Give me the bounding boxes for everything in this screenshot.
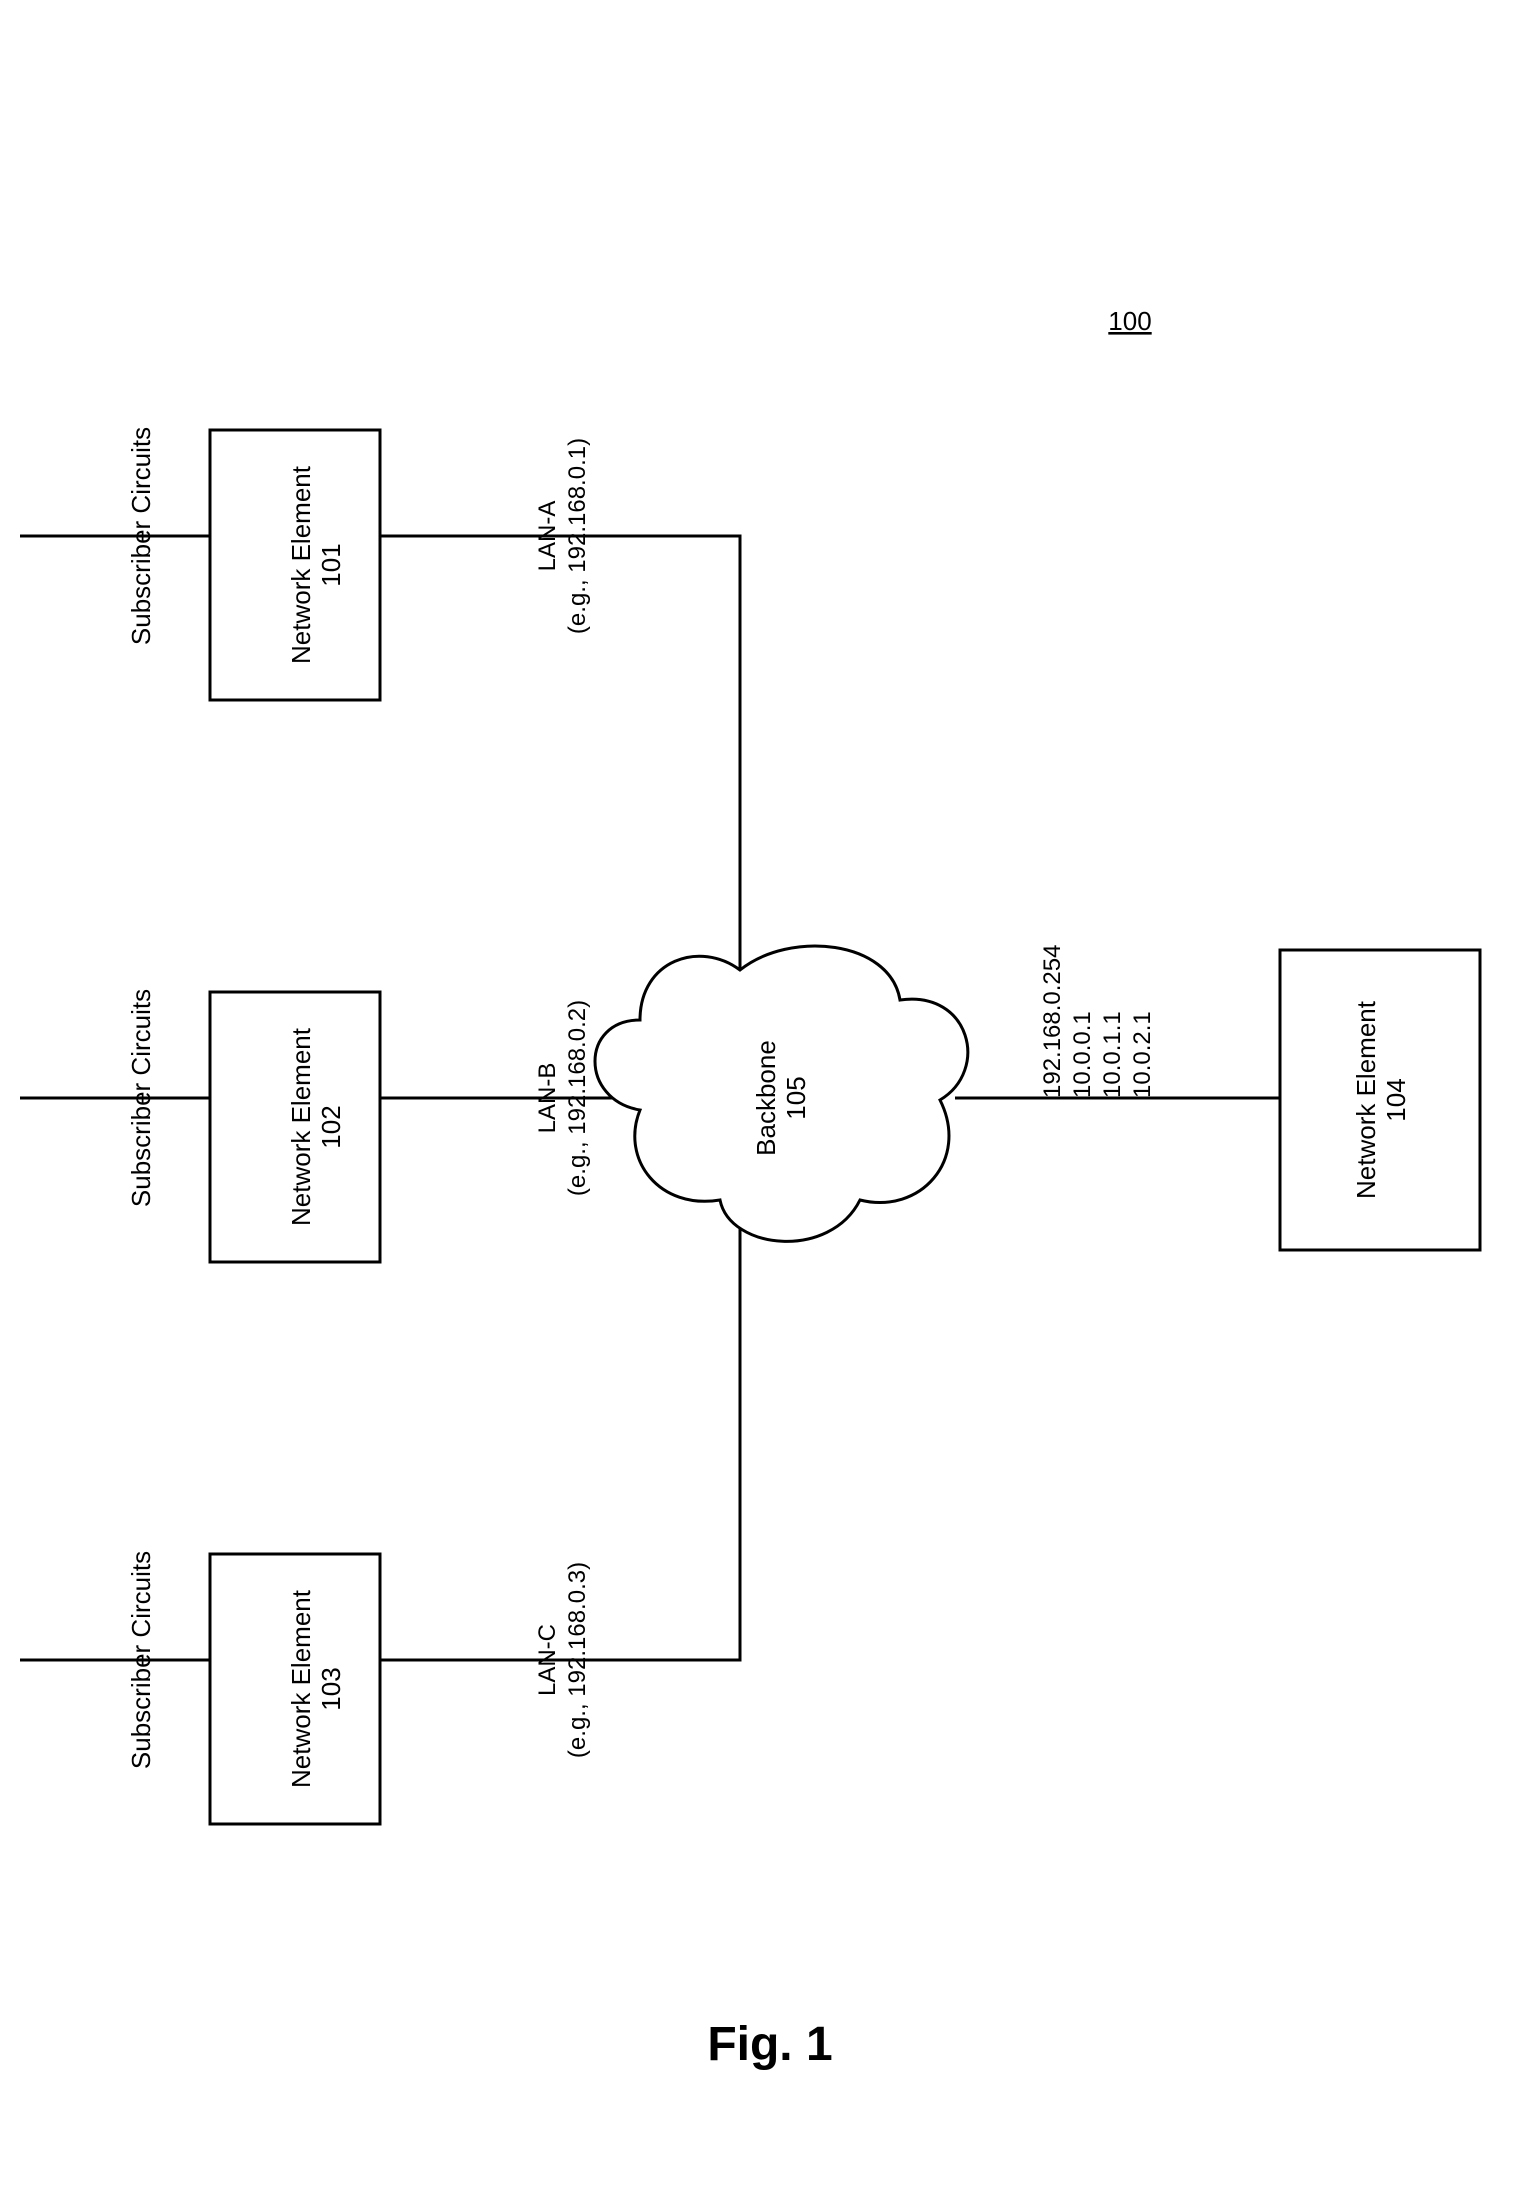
backbone-title: Backbone (751, 1040, 781, 1156)
figure-number: 100 (1108, 306, 1151, 336)
lan-a-ip: (e.g., 192.168.0.1) (564, 438, 591, 634)
ne102-title: Network Element (286, 1027, 316, 1226)
ne103-title: Network Element (286, 1589, 316, 1788)
lan-b-name: LAN-B (534, 1063, 561, 1134)
ne104-title: Network Element (1351, 1000, 1381, 1199)
link-ne101-backbone (380, 536, 740, 970)
figure-caption: Fig. 1 (707, 2018, 832, 2071)
lan-c-ip: (e.g., 192.168.0.3) (564, 1562, 591, 1758)
lan-a-name: LAN-A (534, 501, 561, 572)
subscriber-label-c: Subscriber Circuits (126, 1551, 156, 1769)
link-ne103-backbone (380, 1225, 740, 1660)
backbone-id: 105 (781, 1076, 811, 1119)
ne101-title: Network Element (286, 465, 316, 664)
ne102-id: 102 (316, 1105, 346, 1148)
iface-ip2: 10.0.0.1 (1069, 1011, 1096, 1098)
iface-ip1: 192.168.0.254 (1039, 945, 1066, 1098)
subscriber-label-b: Subscriber Circuits (126, 989, 156, 1207)
iface-ip4: 10.0.2.1 (1129, 1011, 1156, 1098)
ne101-id: 101 (316, 543, 346, 586)
lan-c-name: LAN-C (534, 1624, 561, 1696)
subscriber-label-a: Subscriber Circuits (126, 427, 156, 645)
ne104-id: 104 (1381, 1078, 1411, 1121)
iface-ip3: 10.0.1.1 (1099, 1011, 1126, 1098)
lan-b-ip: (e.g., 192.168.0.2) (564, 1000, 591, 1196)
ne103-id: 103 (316, 1667, 346, 1710)
